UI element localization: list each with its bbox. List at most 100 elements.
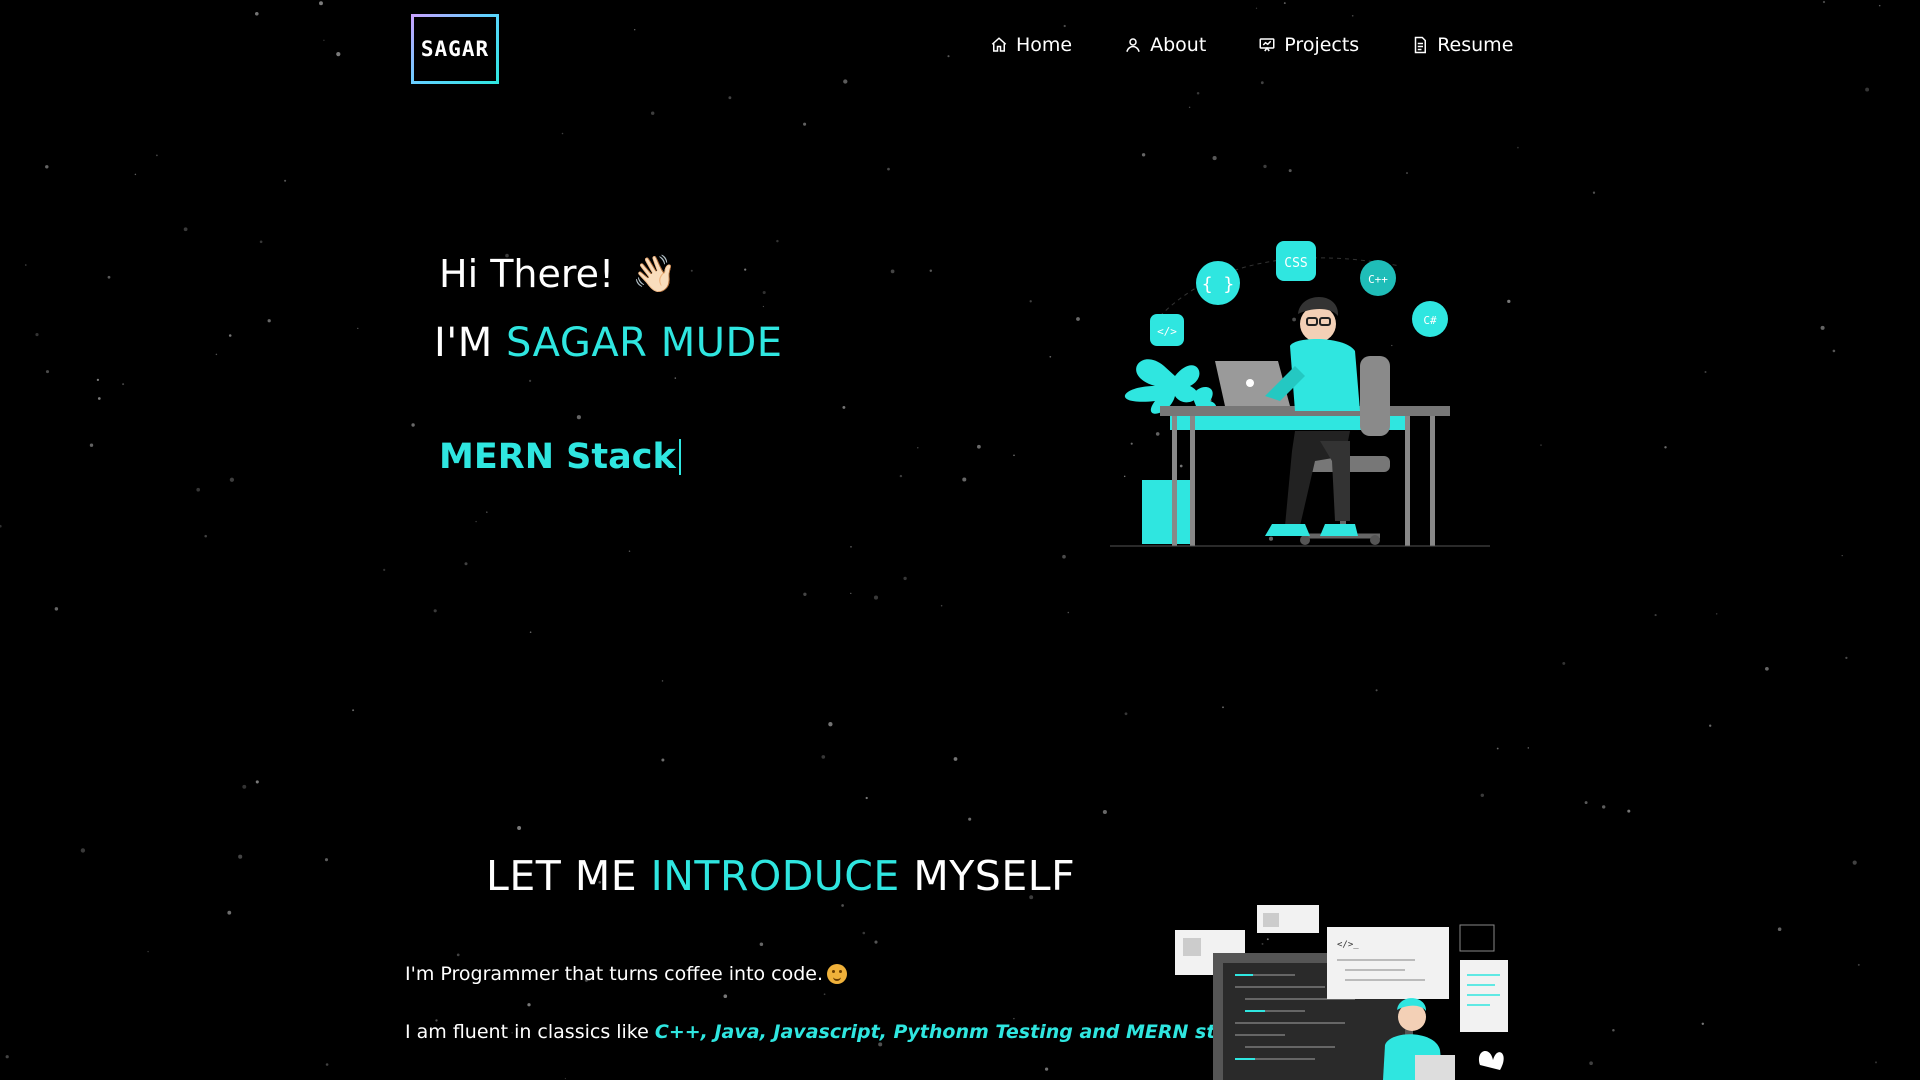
star: [940, 604, 943, 607]
star: [255, 780, 259, 784]
star: [45, 370, 50, 374]
hero-name-heading: I'M SAGAR MUDE: [434, 320, 783, 366]
nav-about-label: About: [1150, 34, 1207, 56]
about-heading-part2: MYSELF: [913, 852, 1076, 900]
star: [1664, 446, 1667, 449]
nav-resume[interactable]: Resume: [1411, 34, 1513, 56]
star: [690, 269, 693, 272]
star: [475, 520, 477, 523]
star: [1062, 554, 1066, 559]
nav-projects[interactable]: Projects: [1258, 34, 1359, 56]
star: [917, 447, 919, 449]
nav-about[interactable]: About: [1124, 34, 1206, 56]
star: [1507, 299, 1511, 304]
star: [486, 511, 488, 513]
star: [196, 487, 201, 492]
svg-text:CSS: CSS: [1284, 256, 1307, 271]
star: [1704, 371, 1707, 373]
star: [874, 940, 878, 944]
star: [1496, 747, 1499, 750]
about-line-1-text: I'm Programmer that turns coffee into co…: [405, 963, 824, 985]
star: [1063, 24, 1066, 28]
star: [1124, 712, 1128, 716]
star: [728, 96, 732, 100]
star: [841, 904, 844, 907]
star: [1517, 146, 1519, 149]
star: [528, 379, 532, 383]
star: [529, 631, 532, 634]
star: [1049, 355, 1052, 358]
star: [411, 423, 415, 427]
star: [1874, 1061, 1878, 1064]
svg-text:C#: C#: [1423, 314, 1437, 327]
about-line-2-prefix: I am fluent in classics like: [405, 1021, 649, 1043]
star: [968, 817, 972, 821]
star: [576, 415, 581, 420]
star: [1222, 706, 1224, 709]
star: [762, 290, 766, 295]
star: [628, 550, 631, 552]
wink-face-icon: [827, 964, 848, 984]
star: [674, 377, 677, 379]
star: [929, 269, 933, 272]
star: [1701, 1022, 1705, 1026]
star: [107, 275, 111, 279]
star: [204, 534, 207, 538]
star: [1283, 2, 1286, 5]
star: [887, 167, 890, 171]
badge-css: CSS: [1276, 241, 1316, 281]
site-logo[interactable]: SAGAR: [411, 14, 499, 84]
star: [336, 52, 341, 57]
star: [1076, 317, 1080, 321]
star: [352, 709, 355, 712]
star: [1627, 809, 1631, 813]
star: [228, 334, 232, 337]
star: [147, 950, 149, 953]
star: [1709, 724, 1712, 727]
plant: [1124, 359, 1217, 544]
star: [1196, 92, 1200, 95]
star: [0, 524, 2, 528]
star: [25, 264, 27, 266]
star: [862, 931, 866, 935]
star: [1584, 801, 1588, 805]
star: [527, 1003, 531, 1007]
nav-projects-label: Projects: [1284, 34, 1360, 56]
star: [215, 353, 218, 356]
star: [1777, 927, 1782, 931]
badge-code: </>: [1150, 314, 1184, 346]
star: [357, 327, 359, 330]
greeting-text: Hi There!: [439, 252, 615, 296]
star: [842, 405, 846, 409]
user-icon: [1126, 38, 1140, 52]
svg-text:C++: C++: [1368, 273, 1388, 286]
star: [1841, 554, 1843, 557]
star: [759, 942, 764, 947]
star: [134, 173, 137, 176]
star: [865, 796, 868, 800]
star: [762, 305, 765, 308]
star: [1260, 81, 1264, 85]
star: [1878, 4, 1881, 7]
star: [776, 239, 779, 243]
nav-home[interactable]: Home: [990, 34, 1072, 56]
star: [828, 722, 833, 727]
star: [456, 953, 460, 957]
star: [1612, 1028, 1615, 1032]
star: [1288, 169, 1292, 173]
star: [803, 122, 807, 126]
star: [1822, 0, 1826, 4]
star: [259, 240, 263, 244]
star: [89, 443, 94, 447]
star: [1188, 106, 1191, 109]
about-line-2: I am fluent in classics like C++, Java, …: [405, 1021, 1259, 1043]
star: [255, 12, 259, 16]
star: [723, 994, 728, 999]
typed-role: MERN Stack: [439, 437, 676, 477]
star: [1602, 805, 1606, 809]
star: [1845, 656, 1848, 660]
wave-hand-icon: 👋🏻: [632, 254, 678, 295]
home-icon: [991, 37, 1007, 52]
star: [1654, 614, 1657, 617]
star: [183, 227, 188, 232]
